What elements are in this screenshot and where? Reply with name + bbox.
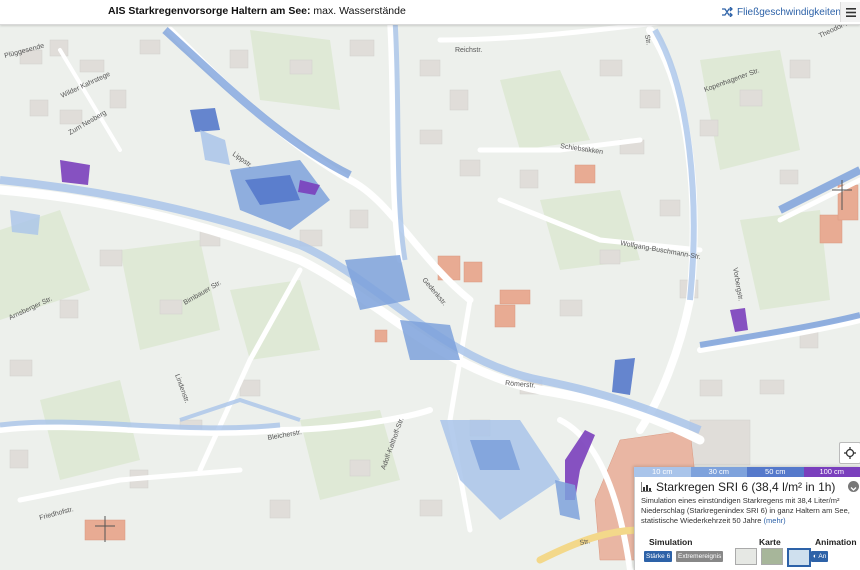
legend-bar: 10 cm 30 cm 50 cm 100 cm: [634, 467, 860, 477]
bar-chart-icon: [641, 482, 652, 492]
legend-item: 30 cm: [690, 467, 747, 477]
animation-toggle[interactable]: ◐ An: [811, 551, 829, 562]
description-text: Simulation eines einstündigen Starkregen…: [641, 496, 850, 525]
legend-item: 50 cm: [747, 467, 804, 477]
map-style-color[interactable]: [787, 548, 811, 567]
map-style-gray[interactable]: [735, 548, 757, 565]
info-panel: Starkregen SRI 6 (38,4 l/m² in 1h) Simul…: [634, 467, 860, 570]
page-title-rest: max. Wasserstände: [310, 5, 406, 17]
crosshair-icon: [844, 447, 856, 459]
map-style-aerial[interactable]: [761, 548, 783, 565]
strength-chip[interactable]: Stärke 6: [644, 551, 673, 562]
shuffle-icon: [722, 7, 733, 17]
legend-item: 10 cm: [634, 467, 691, 477]
panel-title: Starkregen SRI 6 (38,4 l/m² in 1h): [641, 480, 835, 494]
header-bar: AIS Starkregenvorsorge Haltern am See: m…: [0, 0, 860, 25]
extreme-event-chip[interactable]: Extremereignis: [676, 551, 724, 562]
panel-title-text: Starkregen SRI 6 (38,4 l/m² in 1h): [656, 480, 836, 494]
chevron-down-icon: [850, 487, 857, 491]
page-title-bold: AIS Starkregenvorsorge Haltern am See:: [108, 5, 311, 17]
street-label: Reichstr.: [455, 47, 482, 54]
flow-velocity-button[interactable]: Fließgeschwindigkeiten: [722, 4, 841, 20]
animation-label: Animation: [815, 537, 857, 547]
locate-button[interactable]: [839, 442, 860, 464]
panel-description: Simulation eines einstündigen Starkregen…: [641, 496, 857, 526]
flow-velocity-label: Fließgeschwindigkeiten: [737, 6, 841, 18]
page-title: AIS Starkregenvorsorge Haltern am See: m…: [108, 5, 406, 17]
karte-label: Karte: [759, 537, 781, 547]
hamburger-icon: [846, 7, 856, 17]
legend-item: 100 cm: [803, 467, 860, 477]
menu-button[interactable]: [840, 2, 860, 22]
simulation-label: Simulation: [649, 537, 693, 547]
more-link[interactable]: (mehr): [764, 516, 786, 525]
collapse-button[interactable]: [848, 481, 859, 492]
